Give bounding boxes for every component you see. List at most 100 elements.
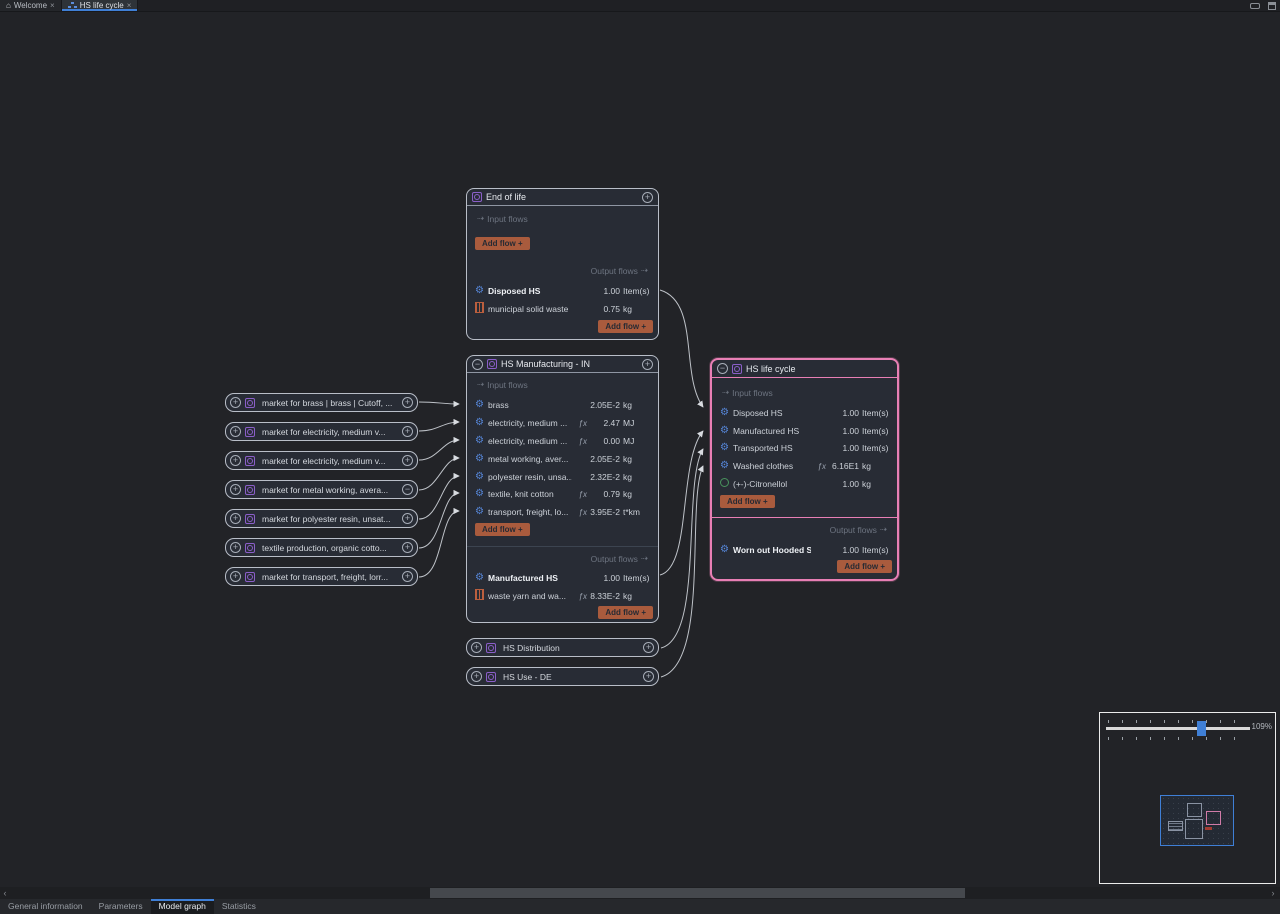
flow-amount: 8.33E-2 — [590, 591, 620, 601]
flow-row[interactable]: electricity, medium ... 0.00 MJ — [474, 432, 653, 449]
add-input-flow-button[interactable]: Add flow + — [475, 523, 530, 536]
expand-left-icon[interactable] — [230, 542, 241, 553]
node-header[interactable]: HS life cycle — [712, 360, 897, 378]
node-hs-life-cycle[interactable]: HS life cycle Input flows Disposed HS 1.… — [710, 358, 899, 581]
node-header[interactable]: HS Manufacturing - IN — [467, 356, 658, 373]
process-icon — [245, 427, 255, 437]
minimize-view-icon[interactable] — [1250, 3, 1260, 9]
close-icon[interactable] — [127, 1, 132, 10]
flow-amount: 6.16E1 — [829, 461, 859, 471]
expand-left-icon[interactable] — [471, 642, 482, 653]
expand-right-icon[interactable] — [402, 455, 413, 466]
flow-row[interactable]: brass 2.05E-2 kg — [474, 396, 653, 413]
flow-row[interactable]: metal working, aver... 2.05E-2 kg — [474, 450, 653, 467]
flow-row[interactable]: polyester resin, unsa... 2.32E-2 kg — [474, 468, 653, 485]
provider-node-brass[interactable]: market for brass | brass | Cutoff, ... — [225, 393, 418, 412]
product-flow-icon — [474, 285, 485, 296]
tab-model-graph[interactable]: Model graph — [151, 899, 214, 914]
flow-row[interactable]: waste yarn and wa... 8.33E-2 kg — [474, 587, 653, 604]
scrollbar-thumb[interactable] — [430, 888, 965, 898]
expand-right-icon[interactable] — [642, 192, 653, 203]
flow-row[interactable]: municipal solid waste 0.75 kg — [474, 300, 653, 317]
close-icon[interactable] — [50, 1, 55, 10]
output-flows-label: Output flows — [591, 553, 648, 564]
expand-right-icon[interactable] — [643, 671, 654, 682]
tab-welcome[interactable]: Welcome — [0, 0, 62, 11]
node-end-of-life[interactable]: End of life Input flows Add flow + Outpu… — [466, 188, 659, 340]
flow-row[interactable]: Disposed HS 1.00 Item(s) — [474, 282, 653, 299]
tab-general-information[interactable]: General information — [0, 899, 91, 914]
expand-left-icon[interactable] — [230, 455, 241, 466]
node-header[interactable]: End of life — [467, 189, 658, 206]
zoom-slider-track[interactable] — [1106, 727, 1250, 730]
expand-left-icon[interactable] — [230, 513, 241, 524]
add-output-flow-button[interactable]: Add flow + — [598, 320, 653, 333]
collapse-left-icon[interactable] — [717, 363, 728, 374]
provider-node-polyester-resin[interactable]: market for polyester resin, unsat... — [225, 509, 418, 528]
minimap-viewport[interactable] — [1160, 795, 1234, 846]
expand-right-icon[interactable] — [402, 426, 413, 437]
product-flow-icon — [474, 488, 485, 499]
output-flows-label: Output flows — [830, 524, 887, 535]
flow-amount: 1.00 — [829, 545, 859, 555]
flow-row[interactable]: transport, freight, lo... 3.95E-2 t*km — [474, 503, 653, 520]
model-graph-canvas[interactable]: End of life Input flows Add flow + Outpu… — [0, 12, 1280, 887]
flow-row[interactable]: Manufactured HS 1.00 Item(s) — [719, 422, 892, 439]
node-hs-manufacturing-in[interactable]: HS Manufacturing - IN Input flows brass … — [466, 355, 659, 623]
flow-row[interactable]: (+-)-Citronellol 1.00 kg — [719, 475, 892, 492]
flow-row[interactable]: textile, knit cotton 0.79 kg — [474, 485, 653, 502]
expand-left-icon[interactable] — [230, 426, 241, 437]
expand-right-icon[interactable] — [402, 397, 413, 408]
expand-left-icon[interactable] — [230, 571, 241, 582]
expand-right-icon[interactable] — [402, 513, 413, 524]
tab-hs-life-cycle[interactable]: HS life cycle — [62, 0, 139, 11]
node-hs-use-de[interactable]: HS Use - DE — [466, 667, 659, 686]
flow-amount: 1.00 — [590, 286, 620, 296]
flow-unit: MJ — [623, 436, 653, 446]
tab-parameters[interactable]: Parameters — [91, 899, 151, 914]
minimap-selected-node-thumbnail — [1206, 811, 1221, 825]
flow-unit: kg — [623, 454, 653, 464]
flow-row[interactable]: Disposed HS 1.00 Item(s) — [719, 404, 892, 421]
flow-row[interactable]: electricity, medium ... 2.47 MJ — [474, 414, 653, 431]
tab-statistics[interactable]: Statistics — [214, 899, 264, 914]
provider-node-electricity-1[interactable]: market for electricity, medium v... — [225, 422, 418, 441]
flow-amount: 1.00 — [829, 408, 859, 418]
expand-right-icon[interactable] — [642, 359, 653, 370]
expand-left-icon[interactable] — [471, 671, 482, 682]
add-output-flow-button[interactable]: Add flow + — [837, 560, 892, 573]
flow-amount: 1.00 — [590, 573, 620, 583]
expand-right-icon[interactable] — [402, 542, 413, 553]
flow-row[interactable]: Manufactured HS 1.00 Item(s) — [474, 569, 653, 586]
expand-left-icon[interactable] — [230, 397, 241, 408]
tab-label: Welcome — [14, 1, 47, 10]
flow-row[interactable]: Worn out Hooded Swea... 1.00 Item(s) — [719, 541, 892, 558]
expand-left-icon[interactable] — [230, 484, 241, 495]
scroll-right-icon[interactable] — [1268, 887, 1278, 899]
input-flows-label: Input flows — [477, 379, 528, 390]
horizontal-scrollbar[interactable] — [0, 887, 1280, 899]
flow-amount: 0.79 — [590, 489, 620, 499]
flow-amount: 2.05E-2 — [590, 400, 620, 410]
node-title: HS Distribution — [503, 643, 639, 653]
zoom-level-label: 109% — [1252, 722, 1272, 731]
provider-node-textile-production[interactable]: textile production, organic cotto... — [225, 538, 418, 557]
flow-row[interactable]: Washed clothes 6.16E1 kg — [719, 457, 892, 474]
node-hs-distribution[interactable]: HS Distribution — [466, 638, 659, 657]
add-input-flow-button[interactable]: Add flow + — [475, 237, 530, 250]
zoom-slider-ticks-top — [1108, 720, 1248, 723]
expand-right-icon[interactable] — [402, 571, 413, 582]
collapse-right-icon[interactable] — [402, 484, 413, 495]
add-output-flow-button[interactable]: Add flow + — [598, 606, 653, 619]
flow-name: electricity, medium ... — [488, 418, 572, 428]
add-input-flow-button[interactable]: Add flow + — [720, 495, 775, 508]
provider-node-electricity-2[interactable]: market for electricity, medium v... — [225, 451, 418, 470]
zoom-slider-handle[interactable] — [1197, 721, 1206, 736]
provider-node-transport[interactable]: market for transport, freight, lorr... — [225, 567, 418, 586]
scroll-left-icon[interactable] — [0, 887, 10, 899]
provider-node-metal-working[interactable]: market for metal working, avera... — [225, 480, 418, 499]
flow-row[interactable]: Transported HS 1.00 Item(s) — [719, 439, 892, 456]
maximize-view-icon[interactable] — [1268, 2, 1276, 10]
collapse-left-icon[interactable] — [472, 359, 483, 370]
expand-right-icon[interactable] — [643, 642, 654, 653]
